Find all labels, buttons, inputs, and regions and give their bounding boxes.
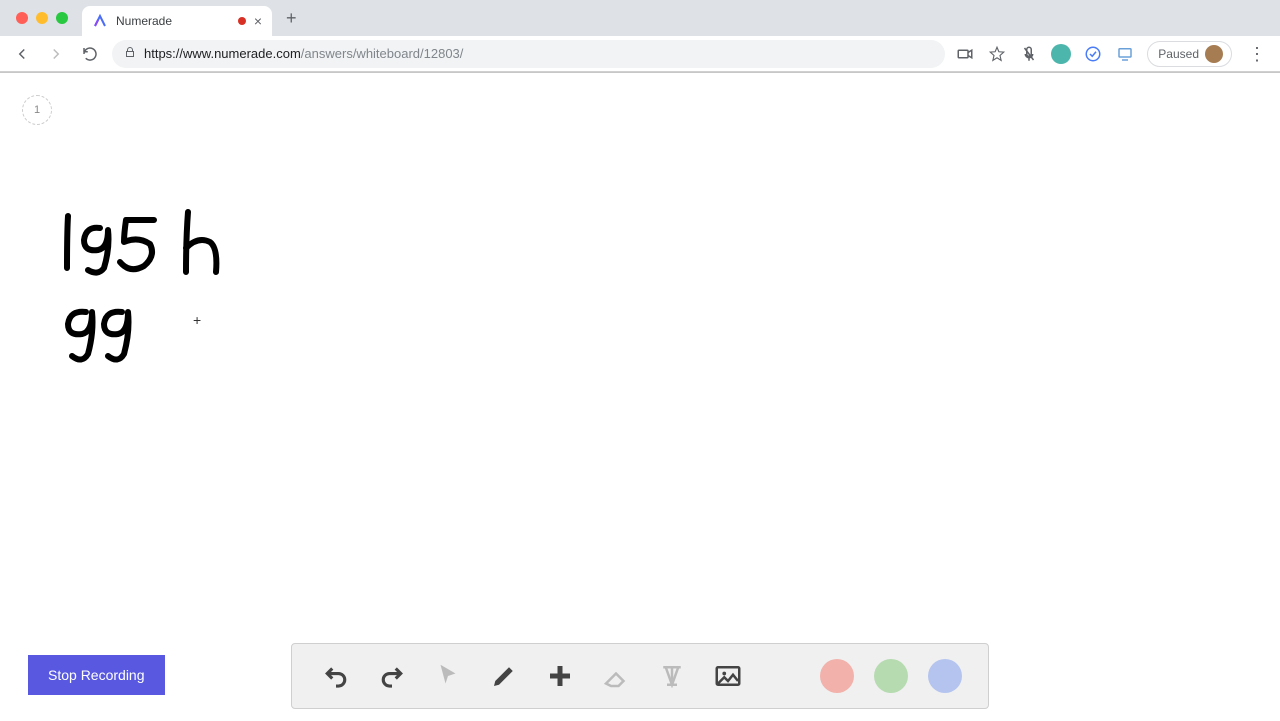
url-host: https://www.numerade.com xyxy=(144,46,301,61)
browser-chrome: Numerade × + https://www.numerade.com/an… xyxy=(0,0,1280,73)
color-black-button[interactable] xyxy=(766,659,800,693)
new-tab-button[interactable]: + xyxy=(278,4,305,33)
recording-indicator-icon xyxy=(238,17,246,25)
mic-extension-icon[interactable] xyxy=(1019,44,1039,64)
maximize-window-button[interactable] xyxy=(56,12,68,24)
window-controls xyxy=(8,12,76,24)
undo-button[interactable] xyxy=(318,658,354,694)
add-tool-button[interactable] xyxy=(542,658,578,694)
url-text: https://www.numerade.com/answers/whitebo… xyxy=(144,46,463,61)
star-icon[interactable] xyxy=(987,44,1007,64)
handwriting-line-1 xyxy=(58,208,238,288)
drawing-toolbar xyxy=(291,643,989,709)
lock-icon xyxy=(124,45,136,63)
browser-toolbar-icons: Paused ⋮ xyxy=(955,41,1270,67)
avatar-icon xyxy=(1205,45,1223,63)
browser-menu-button[interactable]: ⋮ xyxy=(1244,45,1270,63)
close-window-button[interactable] xyxy=(16,12,28,24)
eraser-tool-button[interactable] xyxy=(598,658,634,694)
pointer-tool-button[interactable] xyxy=(430,658,466,694)
stop-recording-button[interactable]: Stop Recording xyxy=(28,655,165,695)
extension-check-icon[interactable] xyxy=(1083,44,1103,64)
reload-button[interactable] xyxy=(78,42,102,66)
close-tab-button[interactable]: × xyxy=(254,14,262,28)
image-tool-button[interactable] xyxy=(710,658,746,694)
address-bar: https://www.numerade.com/answers/whitebo… xyxy=(0,36,1280,72)
minimize-window-button[interactable] xyxy=(36,12,48,24)
handwriting-line-2 xyxy=(58,298,148,373)
camera-icon[interactable] xyxy=(955,44,975,64)
whiteboard-canvas[interactable]: 1 + Stop Recording xyxy=(0,73,1280,721)
extension-screen-icon[interactable] xyxy=(1115,44,1135,64)
color-red-button[interactable] xyxy=(820,659,854,693)
url-box[interactable]: https://www.numerade.com/answers/whitebo… xyxy=(112,40,945,68)
paused-label: Paused xyxy=(1158,47,1199,61)
profile-paused-button[interactable]: Paused xyxy=(1147,41,1232,67)
forward-button[interactable] xyxy=(44,42,68,66)
tab-title: Numerade xyxy=(116,14,230,28)
page-indicator[interactable]: 1 xyxy=(22,95,52,125)
pen-tool-button[interactable] xyxy=(486,658,522,694)
color-green-button[interactable] xyxy=(874,659,908,693)
url-path: /answers/whiteboard/12803/ xyxy=(301,46,464,61)
redo-button[interactable] xyxy=(374,658,410,694)
drawing-cursor-icon: + xyxy=(193,312,201,328)
back-button[interactable] xyxy=(10,42,34,66)
tab-bar: Numerade × + xyxy=(0,0,1280,36)
favicon-icon xyxy=(92,13,108,29)
browser-tab[interactable]: Numerade × xyxy=(82,6,272,36)
color-blue-button[interactable] xyxy=(928,659,962,693)
extension-teal-icon[interactable] xyxy=(1051,44,1071,64)
text-tool-button[interactable] xyxy=(654,658,690,694)
page-number: 1 xyxy=(34,104,40,116)
